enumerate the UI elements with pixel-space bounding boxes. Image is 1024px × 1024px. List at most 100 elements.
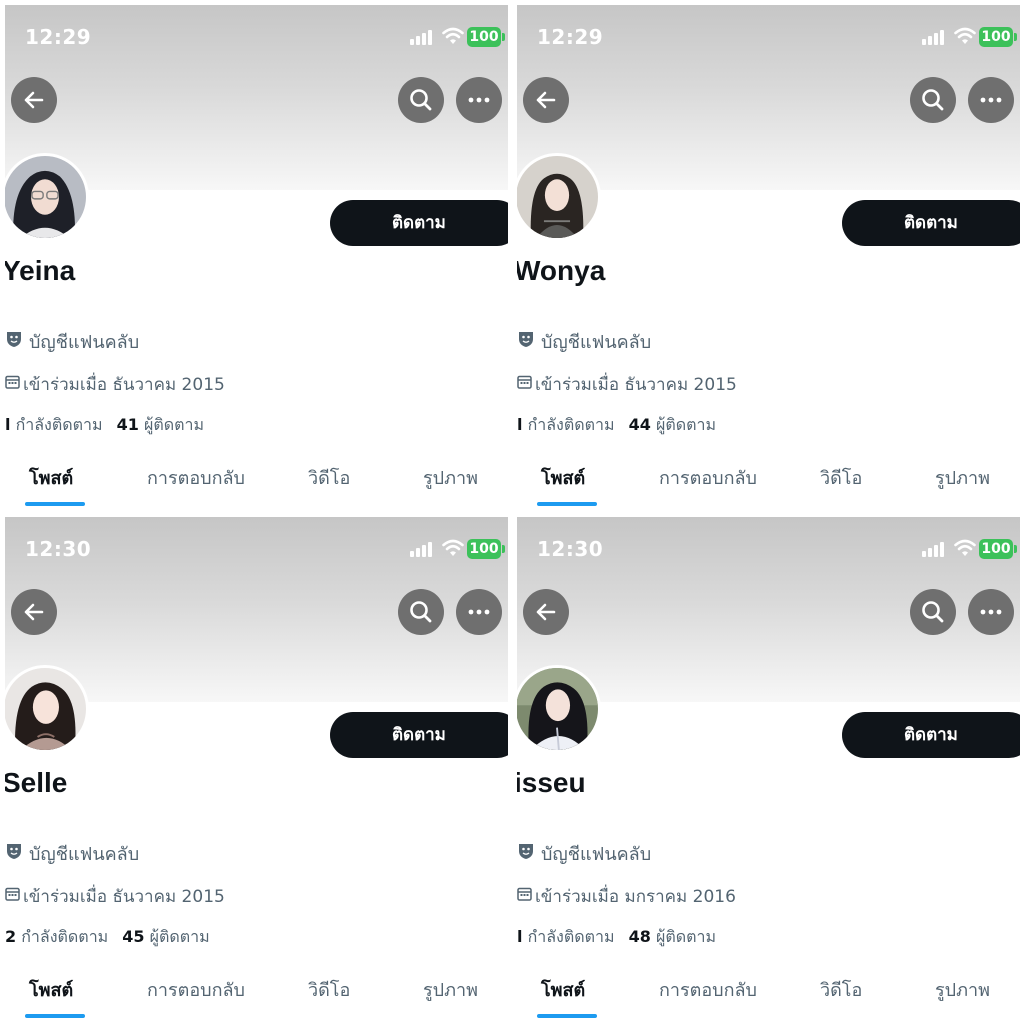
followers-label: ผู้ติดตาม	[149, 927, 210, 946]
follow-button[interactable]: ติดตาม	[842, 200, 1020, 246]
following-count: l	[517, 415, 523, 434]
followers-label: ผู้ติดตาม	[655, 927, 717, 946]
status-bar: 12:29 100	[5, 5, 508, 65]
followers-count: 44	[628, 415, 651, 434]
profile-panel: 12:29 100 ติดตาม Wonya บัญชีแฟนคลับ เข้า…	[517, 5, 1020, 512]
follow-stats: l กำลังติดตาม 44 ผู้ติดตาม	[517, 413, 716, 438]
back-button[interactable]	[523, 77, 569, 123]
following-label: กำลังติดตาม	[527, 415, 615, 434]
following-link[interactable]: l กำลังติดตาม	[517, 415, 615, 434]
more-button[interactable]	[456, 589, 502, 635]
tab-posts[interactable]: โพสต์	[29, 463, 73, 492]
followers-link[interactable]: 48 ผู้ติดตาม	[629, 927, 716, 946]
follow-button[interactable]: ติดตาม	[330, 712, 508, 758]
follow-button[interactable]: ติดตาม	[842, 712, 1020, 758]
signal-icon	[410, 29, 436, 45]
fan-account-label: บัญชีแฟนคลับ	[29, 332, 140, 353]
signal-icon	[922, 541, 948, 557]
calendar-icon	[517, 887, 532, 901]
profile-name: Selle	[5, 767, 68, 798]
avatar[interactable]	[5, 153, 89, 241]
more-icon	[468, 97, 490, 103]
search-button[interactable]	[398, 77, 444, 123]
tab-videos[interactable]: วิดีโอ	[820, 463, 862, 492]
back-arrow-icon	[536, 603, 556, 621]
search-button[interactable]	[910, 589, 956, 635]
tab-replies[interactable]: การตอบกลับ	[147, 975, 245, 1004]
tab-posts[interactable]: โพสต์	[541, 463, 585, 492]
avatar[interactable]	[5, 665, 89, 753]
status-bar: 12:29 100	[517, 5, 1020, 65]
following-link[interactable]: l กำลังติดตาม	[517, 927, 615, 946]
fan-account-row: บัญชีแฟนคลับ	[5, 839, 139, 868]
follow-stats: l กำลังติดตาม 41 ผู้ติดตาม	[5, 413, 204, 438]
battery-icon: 100	[467, 539, 505, 559]
tab-photos[interactable]: รูปภาพ	[423, 975, 478, 1004]
tab-videos[interactable]: วิดีโอ	[308, 463, 350, 492]
search-button[interactable]	[398, 589, 444, 635]
followers-count: 48	[628, 927, 651, 946]
fan-mask-icon	[519, 844, 533, 859]
more-button[interactable]	[456, 77, 502, 123]
avatar[interactable]	[517, 665, 601, 753]
tab-photos[interactable]: รูปภาพ	[423, 463, 478, 492]
back-arrow-icon	[24, 91, 44, 109]
more-button[interactable]	[968, 589, 1014, 635]
profile-panel: 12:30 100 ติดตาม isseu บัญชีแฟนคลับ เข้า…	[517, 517, 1020, 1024]
following-count: 2	[5, 927, 17, 946]
fan-account-label: บัญชีแฟนคลับ	[29, 844, 140, 865]
more-icon	[468, 609, 490, 615]
more-button[interactable]	[968, 77, 1014, 123]
status-time: 12:30	[25, 537, 92, 561]
search-icon	[922, 89, 944, 111]
fan-account-row: บัญชีแฟนคลับ	[5, 327, 139, 356]
active-tab-indicator	[537, 502, 597, 506]
active-tab-indicator	[537, 1014, 597, 1018]
tab-photos[interactable]: รูปภาพ	[935, 463, 990, 492]
following-link[interactable]: l กำลังติดตาม	[5, 415, 103, 434]
search-button[interactable]	[910, 77, 956, 123]
followers-link[interactable]: 41 ผู้ติดตาม	[117, 415, 204, 434]
active-tab-indicator	[25, 1014, 85, 1018]
back-button[interactable]	[11, 589, 57, 635]
tab-replies[interactable]: การตอบกลับ	[147, 463, 245, 492]
signal-icon	[922, 29, 948, 45]
active-tab-indicator	[25, 502, 85, 506]
battery-icon: 100	[467, 27, 505, 47]
more-icon	[980, 97, 1002, 103]
status-bar: 12:30 100	[517, 517, 1020, 577]
followers-link[interactable]: 45 ผู้ติดตาม	[122, 927, 209, 946]
followers-count: 41	[116, 415, 139, 434]
fan-mask-icon	[519, 332, 533, 347]
follow-button[interactable]: ติดตาม	[330, 200, 508, 246]
battery-icon: 100	[979, 27, 1017, 47]
following-count: l	[5, 415, 11, 434]
profile-screenshot-grid: 12:29 100 ติดตาม Yeina บัญชีแฟนคลับ เข้า…	[0, 0, 1024, 1024]
profile-panel: 12:30 100 ติดตาม Selle บัญชีแฟนคลับ เข้า…	[5, 517, 508, 1024]
tab-videos[interactable]: วิดีโอ	[820, 975, 862, 1004]
tab-posts[interactable]: โพสต์	[29, 975, 73, 1004]
followers-label: ผู้ติดตาม	[655, 415, 717, 434]
following-label: กำลังติดตาม	[21, 927, 109, 946]
avatar[interactable]	[517, 153, 601, 241]
tab-replies[interactable]: การตอบกลับ	[659, 463, 757, 492]
tab-replies[interactable]: การตอบกลับ	[659, 975, 757, 1004]
followers-label: ผู้ติดตาม	[143, 415, 205, 434]
search-icon	[410, 89, 432, 111]
following-link[interactable]: 2 กำลังติดตาม	[5, 927, 108, 946]
joined-row: เข้าร่วมเมื่อ ธันวาคม 2015	[517, 371, 737, 398]
joined-date: เข้าร่วมเมื่อ มกราคม 2016	[535, 887, 736, 907]
back-button[interactable]	[11, 77, 57, 123]
back-button[interactable]	[523, 589, 569, 635]
following-label: กำลังติดตาม	[15, 415, 103, 434]
wifi-icon	[442, 539, 464, 556]
tab-photos[interactable]: รูปภาพ	[935, 975, 990, 1004]
tab-videos[interactable]: วิดีโอ	[308, 975, 350, 1004]
wifi-icon	[954, 27, 976, 44]
following-label: กำลังติดตาม	[527, 927, 615, 946]
signal-icon	[410, 541, 436, 557]
fan-mask-icon	[7, 332, 21, 347]
tab-posts[interactable]: โพสต์	[541, 975, 585, 1004]
followers-link[interactable]: 44 ผู้ติดตาม	[629, 415, 716, 434]
fan-account-label: บัญชีแฟนคลับ	[541, 844, 652, 865]
